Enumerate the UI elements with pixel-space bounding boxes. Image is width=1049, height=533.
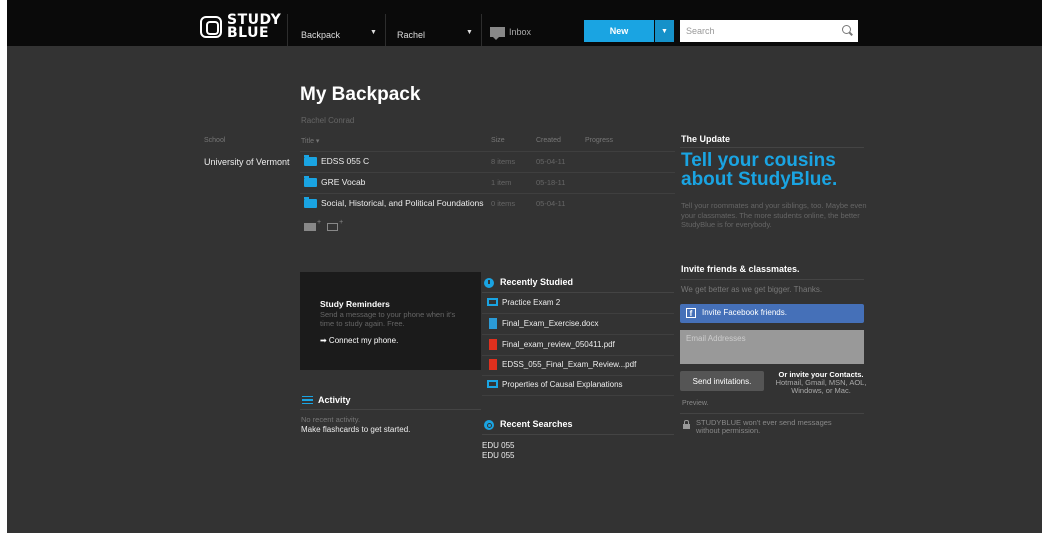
- recent-search-item[interactable]: EDU 055: [482, 441, 514, 451]
- deck-icon: [487, 298, 498, 306]
- email-addresses-input[interactable]: Email Addresses: [680, 330, 864, 364]
- pdf-icon: [489, 359, 497, 370]
- column-header-progress: Progress: [585, 137, 614, 144]
- facebook-button-label: Invite Facebook friends.: [702, 308, 787, 317]
- search-icon: [484, 420, 494, 430]
- studyblue-logo[interactable]: STUDY BLUE: [200, 12, 282, 41]
- recently-studied-title: Recently Studied: [500, 277, 574, 287]
- recent-searches-list: EDU 055 EDU 055: [482, 441, 514, 461]
- folder-icon: [304, 176, 317, 187]
- nav-divider: [287, 14, 288, 46]
- study-reminders-panel: Study Reminders Send a message to your p…: [300, 272, 481, 370]
- folder-icon: [304, 155, 317, 166]
- chevron-down-icon[interactable]: ▼: [370, 29, 377, 36]
- add-folder-icon[interactable]: [304, 223, 316, 231]
- plus-icon: +: [339, 219, 344, 226]
- recent-searches-title: Recent Searches: [500, 419, 573, 429]
- column-header-school: School: [204, 137, 226, 144]
- owner-name: Rachel Conrad: [301, 116, 355, 125]
- row-created: 05-04-11: [536, 157, 566, 166]
- clock-icon: [484, 278, 494, 288]
- lock-icon: [683, 420, 690, 429]
- divider: [680, 279, 864, 280]
- plus-icon: +: [317, 219, 322, 226]
- nav-divider: [481, 14, 482, 46]
- add-deck-icon[interactable]: [327, 223, 339, 231]
- recent-item-label[interactable]: EDSS_055_Final_Exam_Review...pdf: [502, 360, 636, 369]
- row-size: 8 items: [491, 157, 516, 166]
- recent-item[interactable]: Final_exam_review_050411.pdf: [482, 335, 674, 356]
- chevron-down-icon[interactable]: ▼: [466, 29, 473, 36]
- logo-text: STUDY BLUE: [227, 12, 282, 41]
- inbox-label: Inbox: [509, 27, 532, 37]
- recently-studied-header: Recently Studied: [482, 276, 674, 293]
- invite-facebook-button[interactable]: f Invite Facebook friends.: [680, 304, 864, 323]
- facebook-icon: f: [686, 308, 696, 318]
- permission-note: STUDYBLUE won't ever send messages witho…: [696, 418, 832, 435]
- column-header-created: Created: [536, 137, 561, 144]
- update-text: Tell your roommates and your siblings, t…: [681, 201, 867, 229]
- add-actions: + +: [304, 219, 343, 231]
- nav-inbox-link[interactable]: Inbox: [490, 27, 532, 40]
- nav-user-dropdown[interactable]: Rachel: [397, 30, 425, 40]
- activity-empty-text: No recent activity.: [301, 415, 361, 424]
- invite-title: Invite friends & classmates.: [681, 264, 800, 274]
- invite-subtitle: We get better as we get bigger. Thanks.: [681, 285, 823, 294]
- doc-icon: [489, 318, 497, 329]
- folder-icon: [304, 197, 317, 208]
- nav-backpack-dropdown[interactable]: Backpack: [301, 30, 340, 40]
- recent-item[interactable]: Properties of Causal Explanations: [482, 375, 674, 396]
- backpack-row[interactable]: GRE Vocab 1 item 05-18-11: [300, 172, 675, 193]
- school-name[interactable]: University of Vermont: [204, 157, 290, 167]
- studyblue-logo-icon: [200, 16, 222, 38]
- page-title: My Backpack: [300, 84, 421, 105]
- top-navigation-bar: STUDY BLUE Backpack ▼ Rachel ▼ Inbox New…: [7, 0, 1042, 46]
- recent-item-label[interactable]: Properties of Causal Explanations: [502, 380, 623, 389]
- nav-divider: [385, 14, 386, 46]
- recent-searches-header: Recent Searches: [482, 418, 674, 435]
- pdf-icon: [489, 339, 497, 350]
- send-invitations-button[interactable]: Send invitations.: [680, 371, 764, 391]
- activity-header: Activity: [300, 394, 481, 410]
- column-header-title[interactable]: Title ▾: [301, 137, 319, 145]
- recent-item[interactable]: Final_Exam_Exercise.docx: [482, 314, 674, 335]
- divider: [680, 413, 864, 414]
- divider: [680, 147, 864, 148]
- recent-search-item[interactable]: EDU 055: [482, 451, 514, 461]
- update-title: The Update: [681, 134, 731, 144]
- contacts-providers: Hotmail, Gmail, MSN, AOL, Windows, or Ma…: [775, 378, 867, 395]
- list-icon: [302, 396, 313, 404]
- app-frame: STUDY BLUE Backpack ▼ Rachel ▼ Inbox New…: [7, 0, 1042, 533]
- recent-item[interactable]: EDSS_055_Final_Exam_Review...pdf: [482, 355, 674, 376]
- preview-link[interactable]: Preview.: [682, 400, 708, 407]
- row-title[interactable]: Social, Historical, and Political Founda…: [321, 198, 484, 208]
- connect-phone-link[interactable]: ➡ Connect my phone.: [320, 336, 398, 345]
- search-icon[interactable]: [842, 25, 851, 34]
- reminders-text: Send a message to your phone when it's t…: [320, 310, 456, 328]
- row-created: 05-04-11: [536, 199, 566, 208]
- row-size: 0 items: [491, 199, 516, 208]
- row-title[interactable]: GRE Vocab: [321, 177, 365, 187]
- recent-item-label[interactable]: Practice Exam 2: [502, 298, 560, 307]
- update-headline: Tell your cousins about StudyBlue.: [681, 150, 838, 190]
- activity-title: Activity: [318, 395, 351, 405]
- column-header-size: Size: [491, 137, 505, 144]
- backpack-row[interactable]: Social, Historical, and Political Founda…: [300, 193, 675, 214]
- deck-icon: [487, 380, 498, 388]
- recent-item-label[interactable]: Final_exam_review_050411.pdf: [502, 340, 615, 349]
- speech-bubble-icon: [490, 27, 505, 40]
- row-created: 05-18-11: [536, 178, 566, 187]
- row-title[interactable]: EDSS 055 C: [321, 156, 369, 166]
- search-input[interactable]: Search: [680, 20, 858, 42]
- reminders-title: Study Reminders: [320, 299, 390, 309]
- backpack-row[interactable]: EDSS 055 C 8 items 05-04-11: [300, 151, 675, 172]
- invite-contacts-link[interactable]: Or invite your Contacts. Hotmail, Gmail,…: [771, 371, 871, 395]
- recent-item-label[interactable]: Final_Exam_Exercise.docx: [502, 319, 598, 328]
- new-button[interactable]: New: [584, 20, 654, 42]
- activity-cta: Make flashcards to get started.: [301, 425, 411, 434]
- recent-item[interactable]: Practice Exam 2: [482, 293, 674, 314]
- new-dropdown-chevron-icon[interactable]: ▼: [655, 20, 674, 42]
- row-size: 1 item: [491, 178, 512, 187]
